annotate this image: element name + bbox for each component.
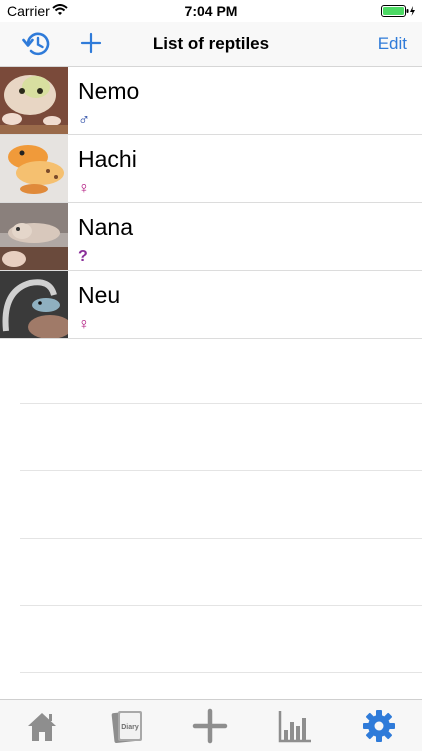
battery-icon [381,5,415,17]
unknown-sex-icon: ? [78,248,88,265]
reptile-photo [0,203,68,270]
list-item[interactable]: Nemo ♂ [0,67,422,135]
table-separator [20,538,422,539]
reptile-name: Nana [78,214,133,240]
chart-icon[interactable] [277,708,313,744]
reptile-list: Nemo ♂ Hachi ♀ Nana ? Neu ♀ [0,67,422,339]
status-bar: Carrier 7:04 PM [0,0,422,22]
reptile-photo [0,67,68,134]
reptile-name: Nemo [78,78,140,104]
table-separator [20,605,422,606]
edit-button[interactable]: Edit [378,34,407,54]
add-icon[interactable] [192,708,228,744]
table-separator [20,672,422,673]
list-item[interactable]: Hachi ♀ [0,135,422,203]
list-item[interactable]: Nana ? [0,203,422,271]
home-icon[interactable] [24,708,60,744]
female-icon: ♀ [78,180,90,197]
male-icon: ♂ [78,112,90,129]
diary-icon[interactable]: Diary [109,708,145,744]
list-item[interactable]: Neu ♀ [0,271,422,339]
table-separator [20,470,422,471]
tab-bar: Diary [0,699,422,751]
reptile-photo [0,271,68,338]
reptile-name: Neu [78,282,121,308]
settings-icon[interactable] [361,708,397,744]
navigation-bar: List of reptiles Edit [0,22,422,67]
status-time: 7:04 PM [184,3,238,19]
reptile-name: Hachi [78,146,137,172]
reptile-photo [0,135,68,202]
female-icon: ♀ [78,316,90,333]
diary-label: Diary [121,724,139,731]
table-separator [20,403,422,404]
page-title: List of reptiles [152,34,270,53]
